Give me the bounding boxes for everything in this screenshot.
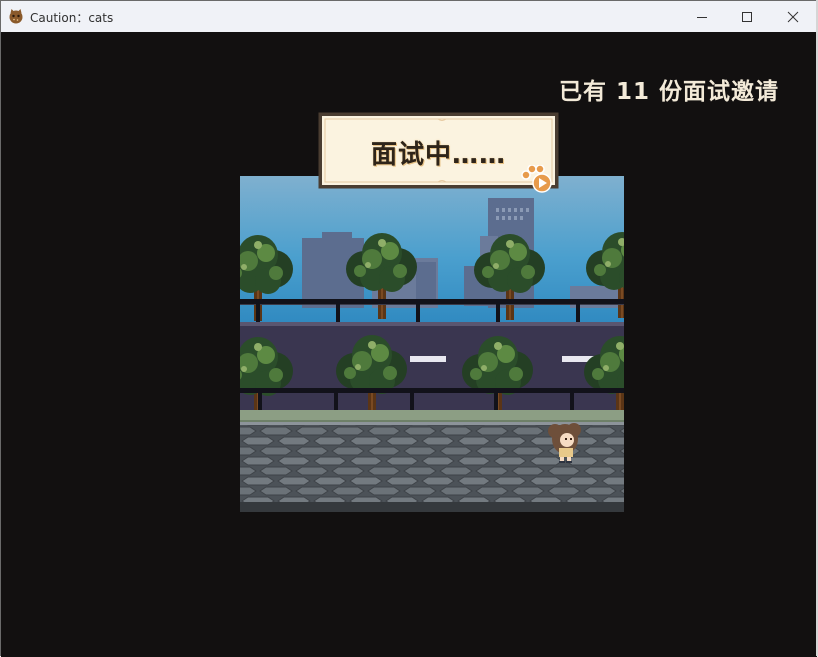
game-canvas[interactable]: 已有 11 份面试邀请 面试中…… bbox=[1, 32, 817, 657]
title-bar[interactable]: Caution：cats bbox=[1, 1, 817, 32]
street-scene bbox=[240, 176, 624, 512]
minimize-icon bbox=[697, 16, 707, 18]
minimize-button[interactable] bbox=[679, 1, 725, 32]
interview-count-label: 已有 11 份面试邀请 bbox=[558, 79, 779, 105]
cookie-cat-icon bbox=[9, 9, 23, 24]
maximize-button[interactable] bbox=[724, 1, 770, 32]
close-button[interactable] bbox=[770, 1, 816, 32]
close-icon bbox=[787, 11, 799, 22]
maximize-icon bbox=[742, 11, 752, 22]
window-title: Caution：cats bbox=[30, 11, 114, 25]
paw-play-icon[interactable] bbox=[520, 165, 556, 193]
game-window: Caution：cats 已有 11 份面试邀请 面试中…… bbox=[0, 0, 817, 657]
